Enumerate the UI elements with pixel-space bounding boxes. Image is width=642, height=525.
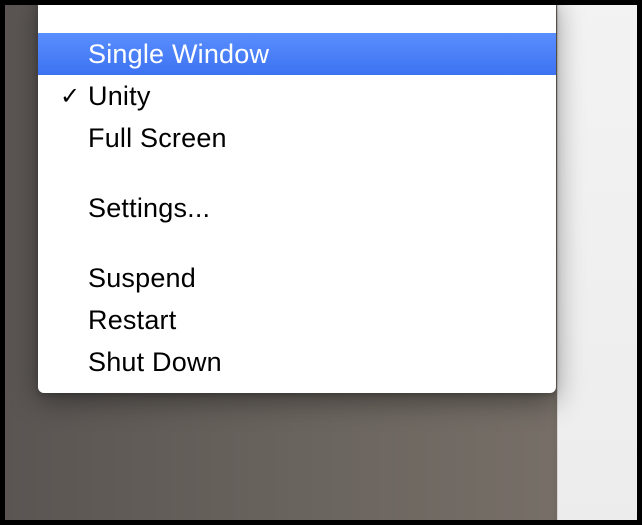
menu-item-label: Suspend: [88, 265, 556, 292]
side-panel: [557, 5, 637, 520]
menu-separator: [38, 5, 556, 33]
menu-item-label: Single Window: [88, 41, 556, 68]
menu-item-shut-down[interactable]: Shut Down: [38, 341, 556, 383]
menu-item-label: Shut Down: [88, 349, 556, 376]
menu-item-label: Restart: [88, 307, 556, 334]
menu-item-full-screen[interactable]: Full Screen: [38, 117, 556, 159]
checkmark-icon: ✓: [52, 82, 88, 111]
menu-item-label: Unity: [88, 83, 556, 110]
menu-item-label: Settings...: [88, 195, 556, 222]
screenshot-frame: Single Window ✓ Unity Full Screen Settin…: [5, 5, 637, 520]
menu-item-single-window[interactable]: Single Window: [38, 33, 556, 75]
menu-separator: [38, 229, 556, 257]
menu-item-suspend[interactable]: Suspend: [38, 257, 556, 299]
menu-item-label: Full Screen: [88, 125, 556, 152]
menu-item-settings[interactable]: Settings...: [38, 187, 556, 229]
menu-item-restart[interactable]: Restart: [38, 299, 556, 341]
menu-item-unity[interactable]: ✓ Unity: [38, 75, 556, 117]
menu-separator: [38, 159, 556, 187]
context-menu: Single Window ✓ Unity Full Screen Settin…: [38, 5, 556, 393]
